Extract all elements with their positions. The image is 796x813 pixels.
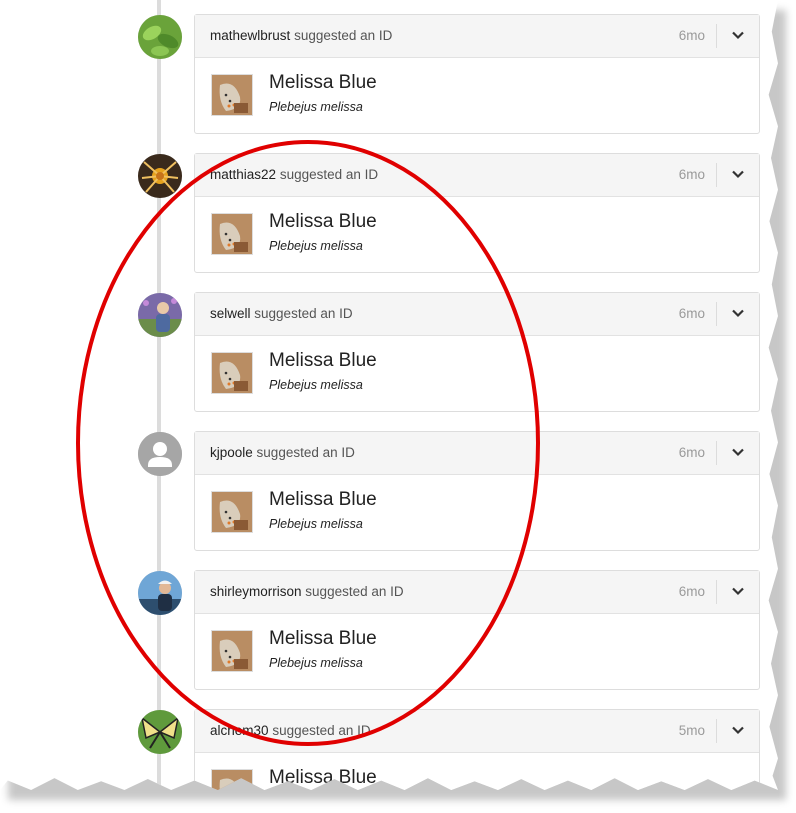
identification-timeline-page: mathewlbrust suggested an ID 6mo Melissa…: [0, 0, 778, 790]
butterfly-photo-icon: [212, 631, 252, 671]
card-header: mathewlbrust suggested an ID 6mo: [195, 15, 759, 58]
taxon-scientific-name: Plebejus melissa: [269, 517, 363, 531]
username-link[interactable]: selwell: [210, 306, 251, 321]
header-divider: [716, 580, 717, 604]
card-body: Melissa Blue Plebejus melissa: [195, 475, 759, 551]
card-header: selwell suggested an ID 6mo: [195, 293, 759, 336]
action-text: suggested an ID: [272, 723, 371, 738]
identification-item: mathewlbrust suggested an ID 6mo Melissa…: [0, 0, 778, 139]
identification-card: selwell suggested an ID 6mo Melissa Blue…: [194, 292, 760, 412]
username-link[interactable]: matthias22: [210, 167, 276, 182]
action-text: suggested an ID: [256, 445, 355, 460]
header-divider: [716, 24, 717, 48]
taxon-common-name[interactable]: Melissa Blue: [269, 628, 377, 650]
username-link[interactable]: kjpoole: [210, 445, 253, 460]
taxon-scientific-name: Plebejus melissa: [269, 239, 363, 253]
username-link[interactable]: alchem30: [210, 723, 269, 738]
chevron-down-icon[interactable]: [731, 584, 745, 598]
taxon-photo[interactable]: [211, 74, 253, 116]
chevron-down-icon[interactable]: [731, 28, 745, 42]
chevron-down-icon[interactable]: [731, 167, 745, 181]
username-link[interactable]: mathewlbrust: [210, 28, 290, 43]
card-body: Melissa Blue Plebejus melissa: [195, 336, 759, 412]
card-body: Melissa Blue Plebejus melissa: [195, 614, 759, 690]
identification-card: matthias22 suggested an ID 6mo Melissa B…: [194, 153, 760, 273]
taxon-common-name[interactable]: Melissa Blue: [269, 350, 377, 372]
swallowtail-photo-avatar-icon: [138, 710, 182, 754]
user-avatar[interactable]: [138, 432, 182, 476]
card-body: Melissa Blue Plebejus melissa: [195, 58, 759, 134]
card-header: shirleymorrison suggested an ID 6mo: [195, 571, 759, 614]
timestamp: 6mo: [678, 167, 705, 182]
butterfly-photo-icon: [212, 75, 252, 115]
user-avatar[interactable]: [138, 15, 182, 59]
chevron-down-icon[interactable]: [731, 445, 745, 459]
header-divider: [716, 719, 717, 743]
taxon-common-name[interactable]: Melissa Blue: [269, 489, 377, 511]
timestamp: 6mo: [678, 28, 705, 43]
timestamp: 6mo: [678, 584, 705, 599]
card-header: alchem30 suggested an ID 5mo: [195, 710, 759, 753]
butterfly-photo-icon: [212, 214, 252, 254]
taxon-photo[interactable]: [211, 630, 253, 672]
action-text: suggested an ID: [294, 28, 393, 43]
taxon-photo[interactable]: [211, 491, 253, 533]
identification-card: shirleymorrison suggested an ID 6mo Meli…: [194, 570, 760, 690]
action-text: suggested an ID: [305, 584, 404, 599]
taxon-common-name[interactable]: Melissa Blue: [269, 72, 377, 94]
taxon-scientific-name: Plebejus melissa: [269, 378, 363, 392]
header-divider: [716, 441, 717, 465]
identification-card: kjpoole suggested an ID 6mo Melissa Blue…: [194, 431, 760, 551]
taxon-photo[interactable]: [211, 352, 253, 394]
card-header: matthias22 suggested an ID 6mo: [195, 154, 759, 197]
plant-photo-avatar-icon: [138, 15, 182, 59]
card-header: kjpoole suggested an ID 6mo: [195, 432, 759, 475]
card-body: Melissa Blue Plebejus melissa: [195, 197, 759, 273]
spider-photo-avatar-icon: [138, 154, 182, 198]
chevron-down-icon[interactable]: [731, 306, 745, 320]
timestamp: 6mo: [678, 445, 705, 460]
identification-card: alchem30 suggested an ID 5mo Melissa Blu…: [194, 709, 760, 790]
identification-item: selwell suggested an ID 6mo Melissa Blue…: [0, 278, 778, 417]
taxon-photo[interactable]: [211, 213, 253, 255]
header-divider: [716, 163, 717, 187]
person-photo-avatar-icon: [138, 293, 182, 337]
user-avatar[interactable]: [138, 710, 182, 754]
timestamp: 6mo: [678, 306, 705, 321]
identification-item: alchem30 suggested an ID 5mo Melissa Blu…: [0, 695, 778, 790]
butterfly-photo-icon: [212, 353, 252, 393]
username-link[interactable]: shirleymorrison: [210, 584, 302, 599]
header-divider: [716, 302, 717, 326]
taxon-scientific-name: Plebejus melissa: [269, 656, 363, 670]
user-avatar[interactable]: [138, 154, 182, 198]
taxon-common-name[interactable]: Melissa Blue: [269, 211, 377, 233]
identification-card: mathewlbrust suggested an ID 6mo Melissa…: [194, 14, 760, 134]
user-avatar[interactable]: [138, 571, 182, 615]
user-avatar[interactable]: [138, 293, 182, 337]
timestamp: 5mo: [678, 723, 705, 738]
taxon-scientific-name: Plebejus melissa: [269, 100, 363, 114]
butterfly-photo-icon: [212, 492, 252, 532]
chevron-down-icon[interactable]: [731, 723, 745, 737]
action-text: suggested an ID: [254, 306, 353, 321]
user-silhouette-icon: [138, 432, 182, 476]
identification-item: shirleymorrison suggested an ID 6mo Meli…: [0, 556, 778, 695]
identification-item: matthias22 suggested an ID 6mo Melissa B…: [0, 139, 778, 278]
action-text: suggested an ID: [279, 167, 379, 182]
identification-item: kjpoole suggested an ID 6mo Melissa Blue…: [0, 417, 778, 556]
person-photo-avatar-icon: [138, 571, 182, 615]
